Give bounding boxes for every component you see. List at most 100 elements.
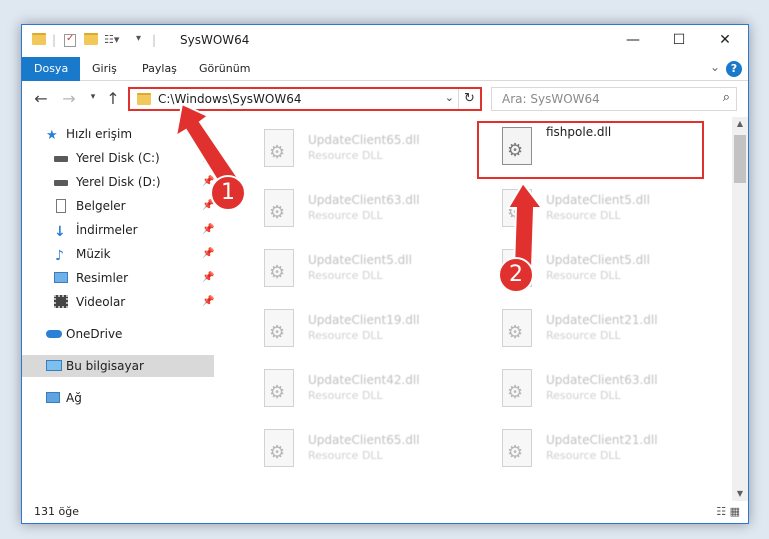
computer-icon (46, 360, 62, 371)
star-icon: ★ (46, 128, 58, 143)
sidebar-item-downloads[interactable]: ↓ İndirmeler 📌 (22, 219, 214, 241)
list-item[interactable]: ⚙ UpdateClient65.dll Resource DLL (238, 125, 468, 173)
explorer-window: | ✓ ☷▾ ▾ | SysWOW64 — ☐ ✕ Dosya Giriş Pa… (21, 24, 749, 524)
list-item[interactable]: ⚙ UpdateClient19.dll Resource DLL (238, 305, 468, 353)
list-item[interactable]: ⚙ UpdateClient65.dll Resource DLL (238, 425, 468, 473)
view-toggle-icons[interactable]: ☷ ▦ (716, 505, 740, 518)
pin-icon[interactable]: 📌 (202, 291, 214, 313)
sidebar-item-music[interactable]: ♪ Müzik 📌 (22, 243, 214, 265)
status-bar: 131 öğe ☷ ▦ (22, 501, 748, 523)
pictures-icon (54, 272, 68, 283)
dll-file-icon: ⚙ (264, 249, 294, 287)
pin-icon[interactable]: 📌 (202, 267, 214, 289)
drive-icon (54, 180, 68, 186)
download-icon: ↓ (54, 224, 66, 240)
scroll-thumb[interactable] (734, 135, 746, 183)
gear-icon: ⚙ (507, 382, 524, 403)
gear-icon: ⚙ (507, 442, 524, 463)
dll-file-icon: ⚙ (264, 129, 294, 167)
dll-file-icon: ⚙ (264, 369, 294, 407)
sidebar-item-videos[interactable]: Videolar 📌 (22, 291, 214, 313)
folder-icon (137, 93, 151, 105)
list-item[interactable]: ⚙ UpdateClient5.dll Resource DLL (476, 185, 706, 233)
scroll-up-icon[interactable]: ▲ (732, 117, 748, 131)
list-item[interactable]: ⚙ UpdateClient5.dll Resource DLL (238, 245, 468, 293)
gear-icon: ⚙ (269, 142, 286, 163)
music-icon: ♪ (55, 248, 64, 264)
dll-file-icon: ⚙ (502, 309, 532, 347)
gear-icon: ⚙ (269, 382, 286, 403)
sidebar-item-local-disk-c[interactable]: Yerel Disk (C:) 📌 (22, 147, 214, 169)
close-button[interactable]: ✕ (702, 25, 748, 55)
navigation-pane: ★ Hızlı erişim Yerel Disk (C:) 📌 Yerel D… (22, 117, 216, 491)
ribbon-tabs: Dosya Giriş Paylaş Görünüm ⌄ ? (22, 57, 748, 81)
list-item[interactable]: ⚙ UpdateClient63.dll Resource DLL (476, 365, 706, 413)
list-item[interactable]: ⚙ UpdateClient21.dll Resource DLL (476, 305, 706, 353)
scroll-down-icon[interactable]: ▼ (732, 487, 748, 501)
back-button[interactable]: ← (32, 89, 50, 108)
gear-icon: ⚙ (507, 322, 524, 343)
separator: | (152, 33, 157, 47)
dll-file-icon: ⚙ (502, 369, 532, 407)
dll-file-icon: ⚙ (264, 429, 294, 467)
cloud-icon (46, 330, 62, 338)
title-bar: | ✓ ☷▾ ▾ | SysWOW64 — ☐ ✕ (22, 25, 748, 57)
tab-dosya[interactable]: Dosya (22, 57, 81, 81)
file-highlight-box (477, 121, 704, 179)
window-title: SysWOW64 (180, 33, 250, 47)
videos-icon (54, 295, 68, 308)
list-item[interactable]: ⚙ UpdateClient42.dll Resource DLL (238, 365, 468, 413)
up-button[interactable]: ↑ (104, 89, 122, 108)
search-icon: ⌕ (722, 90, 730, 105)
gear-icon: ⚙ (269, 202, 286, 223)
tab-paylas[interactable]: Paylaş (142, 57, 177, 81)
list-item[interactable]: ⚙ UpdateClient21.dll Resource DLL (476, 425, 706, 473)
customize-toolbar-icon[interactable]: ☷▾ (104, 33, 119, 49)
address-row: ← → ▾ ↑ C:\Windows\SysWOW64 ⌄ ↻ Ara: Sys… (22, 82, 748, 116)
tab-giris[interactable]: Giriş (92, 57, 117, 81)
address-bar[interactable]: C:\Windows\SysWOW64 ⌄ ↻ (128, 87, 482, 111)
list-item[interactable]: ⚙ UpdateClient63.dll Resource DLL (238, 185, 468, 233)
maximize-button[interactable]: ☐ (656, 25, 702, 55)
sidebar-item-network[interactable]: Ağ (22, 387, 214, 409)
callout-badge-2: 2 (498, 257, 534, 293)
gear-icon: ⚙ (507, 202, 524, 223)
sidebar-item-quick-access[interactable]: ★ Hızlı erişim (22, 123, 214, 145)
item-count: 131 öğe (34, 505, 79, 518)
vertical-scrollbar[interactable]: ▲ ▼ (732, 117, 748, 501)
tab-gorunum[interactable]: Görünüm (199, 57, 250, 81)
dll-file-icon: ⚙ (264, 309, 294, 347)
refresh-button[interactable]: ↻ (458, 89, 480, 109)
chevron-down-icon[interactable]: ⌄ (445, 91, 454, 104)
forward-button[interactable]: → (60, 89, 78, 108)
sidebar-item-documents[interactable]: Belgeler 📌 (22, 195, 214, 217)
gear-icon: ⚙ (269, 442, 286, 463)
search-input[interactable]: Ara: SysWOW64 ⌕ (491, 87, 737, 111)
pin-icon[interactable]: 📌 (202, 219, 214, 241)
sidebar-item-onedrive[interactable]: OneDrive (22, 323, 214, 345)
address-path: C:\Windows\SysWOW64 (158, 92, 302, 106)
search-placeholder: Ara: SysWOW64 (502, 92, 600, 106)
recent-locations-icon[interactable]: ▾ (84, 92, 102, 102)
network-icon (46, 392, 60, 403)
help-icon[interactable]: ? (726, 61, 742, 77)
minimize-button[interactable]: — (610, 25, 656, 55)
pin-icon[interactable]: 📌 (202, 147, 214, 169)
dll-file-icon: ⚙ (264, 189, 294, 227)
separator: | (52, 33, 57, 47)
sidebar-item-this-pc[interactable]: Bu bilgisayar (22, 355, 214, 377)
new-folder-icon[interactable] (84, 33, 98, 45)
expand-ribbon-icon[interactable]: ⌄ (710, 60, 720, 74)
documents-icon (56, 199, 66, 213)
drive-icon (54, 156, 68, 162)
properties-icon[interactable]: ✓ (64, 33, 76, 47)
gear-icon: ⚙ (269, 262, 286, 283)
sidebar-item-local-disk-d[interactable]: Yerel Disk (D:) 📌 (22, 171, 214, 193)
dll-file-icon: ⚙ (502, 429, 532, 467)
sidebar-item-pictures[interactable]: Resimler 📌 (22, 267, 214, 289)
gear-icon: ⚙ (269, 322, 286, 343)
pin-icon[interactable]: 📌 (202, 243, 214, 265)
quick-access-dropdown-icon[interactable]: ▾ (136, 33, 141, 49)
dll-file-icon: ⚙ (502, 189, 532, 227)
folder-icon (32, 33, 46, 45)
